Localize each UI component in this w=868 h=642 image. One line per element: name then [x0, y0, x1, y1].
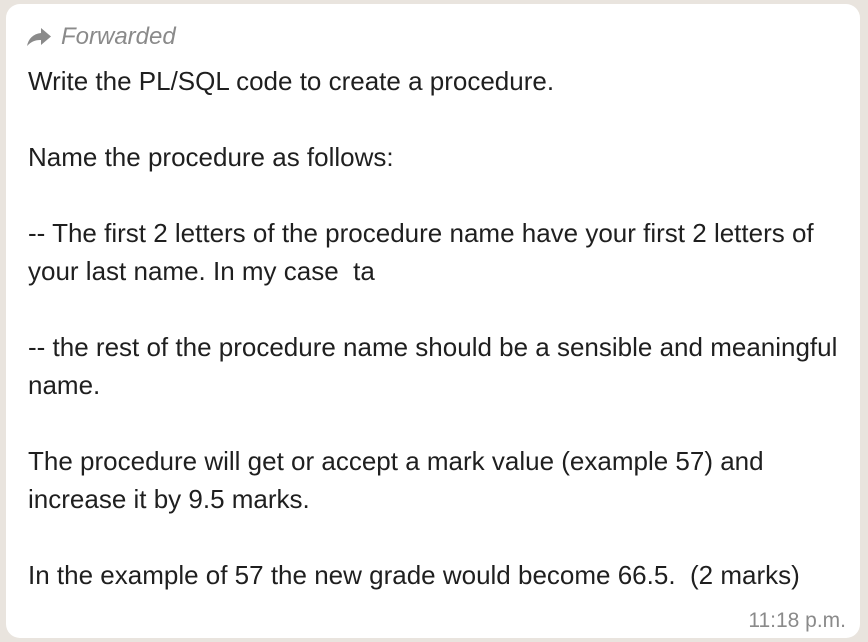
message-paragraph: Write the PL/SQL code to create a proced…	[28, 66, 555, 96]
message-bubble[interactable]: Forwarded Write the PL/SQL code to creat…	[6, 4, 860, 638]
message-paragraph: Name the procedure as follows:	[28, 142, 394, 172]
message-paragraph: The procedure will get or accept a mark …	[28, 446, 771, 514]
message-paragraph: -- The first 2 letters of the procedure …	[28, 218, 821, 286]
message-timestamp: 11:18 p.m.	[748, 609, 846, 632]
message-text: Write the PL/SQL code to create a proced…	[28, 62, 848, 594]
forwarded-text: Forwarded	[61, 23, 176, 50]
message-paragraph: -- the rest of the procedure name should…	[28, 332, 845, 400]
forwarded-label: Forwarded	[26, 23, 176, 51]
message-paragraph: In the example of 57 the new grade would…	[28, 560, 800, 590]
forward-arrow-icon	[26, 27, 52, 47]
